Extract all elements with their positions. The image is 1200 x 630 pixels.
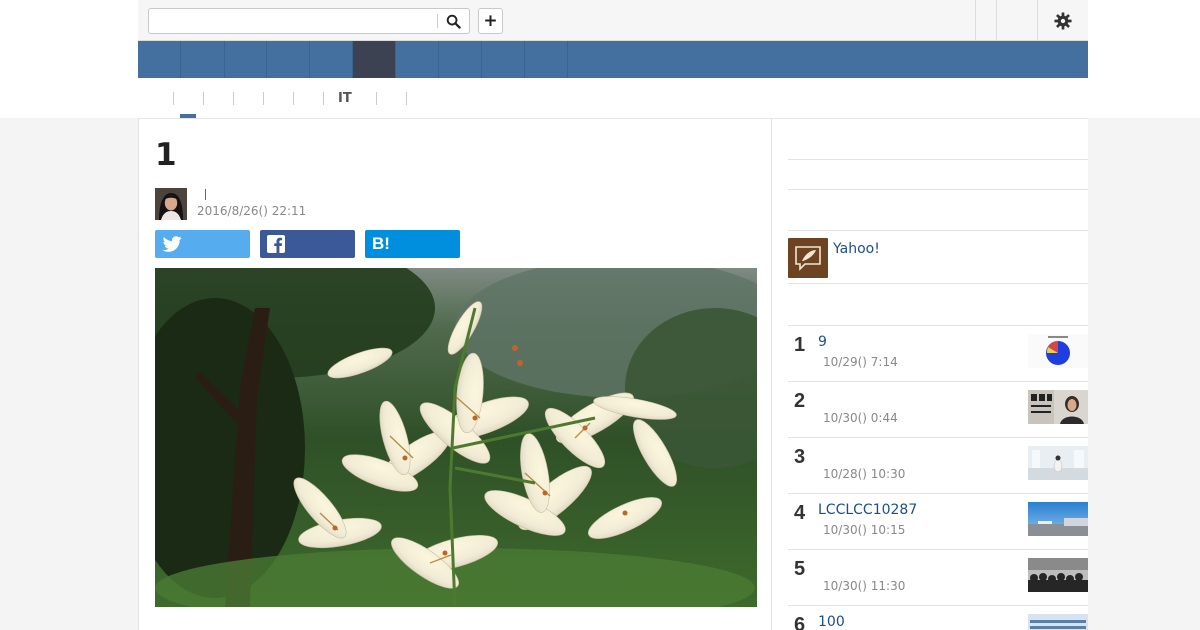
nav-item[interactable]: [310, 41, 353, 78]
article: 1 2016/8/26() 22:11 B!: [138, 118, 772, 630]
sidebar-divider: [788, 189, 1088, 190]
ranking-item[interactable]: 3 10/28() 10:30: [788, 437, 1088, 493]
rank-title[interactable]: 100: [818, 614, 845, 630]
twitter-share-button[interactable]: [155, 230, 250, 258]
rank-date: 10/30() 10:15: [823, 523, 906, 537]
rank-title[interactable]: 9: [818, 334, 827, 350]
rank-number: 5: [794, 558, 806, 580]
nav-item[interactable]: [225, 41, 267, 78]
rank-date: 10/30() 11:30: [823, 579, 906, 593]
yahoo-link[interactable]: Yahoo!: [833, 241, 880, 257]
subtab-separator: [233, 92, 234, 105]
yahoo-creator-icon[interactable]: [788, 238, 828, 278]
rank-number: 6: [794, 614, 806, 630]
search-box: [148, 8, 470, 34]
rank-number: 3: [794, 446, 806, 468]
article-photo: [155, 268, 757, 607]
article-title: 1: [155, 137, 177, 173]
subtab-separator: [376, 92, 377, 105]
sidebar-divider: [788, 283, 1088, 284]
search-button[interactable]: [437, 9, 469, 33]
ranking-item[interactable]: 2 10/30() 0:44: [788, 381, 1088, 437]
nav-item[interactable]: [482, 41, 525, 78]
hatena-bookmark-button[interactable]: B!: [365, 230, 460, 258]
nav-item[interactable]: [525, 41, 568, 78]
rank-number: 4: [794, 502, 806, 524]
facebook-share-button[interactable]: [260, 230, 355, 258]
subtab-separator: [203, 92, 204, 105]
subtab-separator: [263, 92, 264, 105]
nav-item[interactable]: [267, 41, 310, 78]
search-icon: [446, 14, 461, 29]
ranking-item[interactable]: 5 10/30() 11:30: [788, 549, 1088, 605]
twitter-icon: [162, 236, 182, 252]
settings-button[interactable]: [1052, 10, 1074, 32]
nav-item-active[interactable]: [353, 41, 396, 78]
gear-icon: [1054, 12, 1072, 30]
ranking-item[interactable]: 1 9 10/29() 7:14: [788, 325, 1088, 381]
rank-thumbnail[interactable]: [1028, 390, 1088, 424]
rank-number: 1: [794, 334, 806, 356]
nav-item[interactable]: [439, 41, 482, 78]
rank-thumbnail[interactable]: [1028, 446, 1088, 480]
rank-thumbnail[interactable]: [1028, 334, 1088, 368]
search-input[interactable]: [149, 9, 437, 33]
nav-item[interactable]: [181, 41, 225, 78]
rank-thumbnail[interactable]: [1028, 614, 1088, 630]
rank-thumbnail[interactable]: [1028, 502, 1088, 536]
subtab-separator: [173, 92, 174, 105]
nav-item[interactable]: [138, 41, 181, 78]
rank-date: 10/28() 10:30: [823, 467, 906, 481]
sub-tabs: IT: [138, 78, 1088, 118]
facebook-icon: [267, 235, 285, 253]
sidebar: Yahoo! 1 9 10/29() 7:14 2 10/30() 0:44 3…: [772, 118, 1088, 630]
author-name-separator: [205, 189, 206, 200]
rank-title[interactable]: LCCLCC10287: [818, 502, 917, 518]
sidebar-divider: [788, 159, 1088, 160]
article-date: 2016/8/26() 22:11: [197, 204, 307, 218]
subtab-it[interactable]: IT: [338, 91, 352, 107]
hatena-bookmark-icon: B!: [372, 234, 390, 253]
subtab-separator: [406, 92, 407, 105]
ranking-item[interactable]: 6 100: [788, 605, 1088, 630]
toolbar-divider: [996, 0, 997, 40]
top-toolbar: +: [138, 0, 1088, 41]
plus-icon: +: [483, 11, 498, 31]
nav-item[interactable]: [396, 41, 439, 78]
author-avatar[interactable]: [155, 188, 187, 220]
category-nav: [138, 41, 1088, 78]
toolbar-divider: [975, 0, 976, 40]
sidebar-divider: [788, 230, 1088, 231]
rank-date: 10/29() 7:14: [823, 355, 898, 369]
ranking-item[interactable]: 4 LCCLCC10287 10/30() 10:15: [788, 493, 1088, 549]
quill-speech-icon: [795, 246, 821, 271]
toolbar-divider: [1037, 0, 1038, 40]
subtab-separator: [293, 92, 294, 105]
subtab-separator: [323, 92, 324, 105]
page-header: + IT: [0, 0, 1200, 118]
rank-number: 2: [794, 390, 806, 412]
add-button[interactable]: +: [478, 8, 503, 34]
rank-date: 10/30() 0:44: [823, 411, 898, 425]
rank-thumbnail[interactable]: [1028, 558, 1088, 592]
